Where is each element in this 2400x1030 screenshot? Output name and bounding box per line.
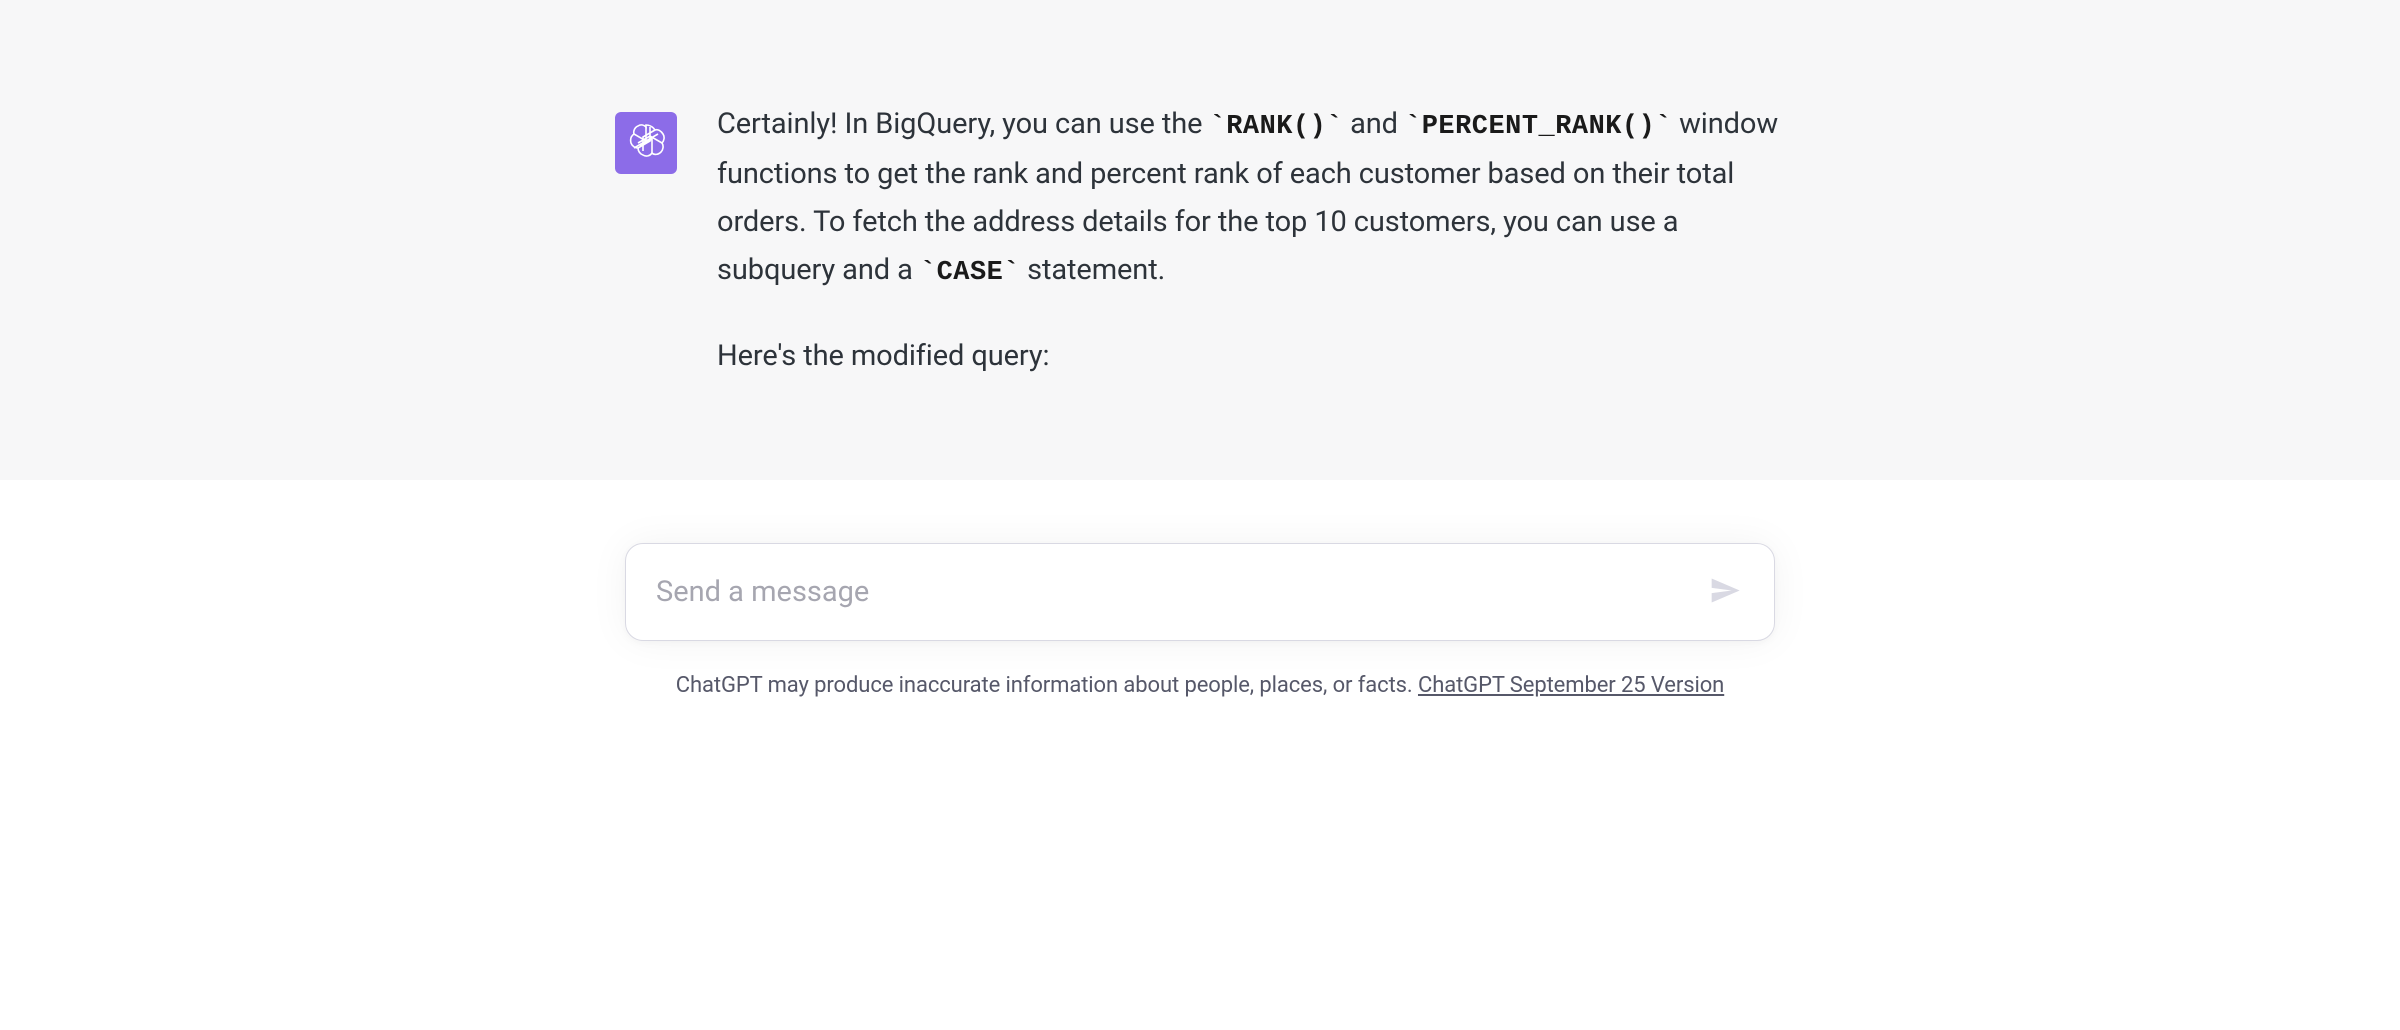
input-area: ChatGPT may produce inaccurate informati…: [0, 480, 2400, 698]
message-input[interactable]: [625, 543, 1775, 641]
send-button[interactable]: [1701, 566, 1749, 617]
disclaimer-text: ChatGPT may produce inaccurate informati…: [0, 673, 2400, 698]
inline-code: `CASE`: [920, 258, 1020, 288]
message-paragraph-2: Here's the modified query:: [717, 332, 1785, 380]
send-icon: [1709, 574, 1741, 609]
inline-code: `RANK()`: [1210, 112, 1343, 142]
assistant-message-row: Certainly! In BigQuery, you can use the …: [585, 100, 1815, 380]
disclaimer-message: ChatGPT may produce inaccurate informati…: [676, 673, 1418, 698]
input-container: [625, 543, 1775, 641]
inline-code: `PERCENT_RANK()`: [1405, 112, 1672, 142]
message-paragraph-1: Certainly! In BigQuery, you can use the …: [717, 100, 1785, 296]
version-link[interactable]: ChatGPT September 25 Version: [1418, 673, 1724, 698]
message-text: statement.: [1020, 253, 1165, 287]
message-text: Certainly! In BigQuery, you can use the: [717, 107, 1210, 141]
openai-logo-icon: [626, 121, 666, 165]
message-text: and: [1343, 107, 1405, 141]
assistant-message-content: Certainly! In BigQuery, you can use the …: [717, 100, 1785, 380]
conversation-area: Certainly! In BigQuery, you can use the …: [0, 0, 2400, 480]
assistant-avatar: [615, 112, 677, 174]
